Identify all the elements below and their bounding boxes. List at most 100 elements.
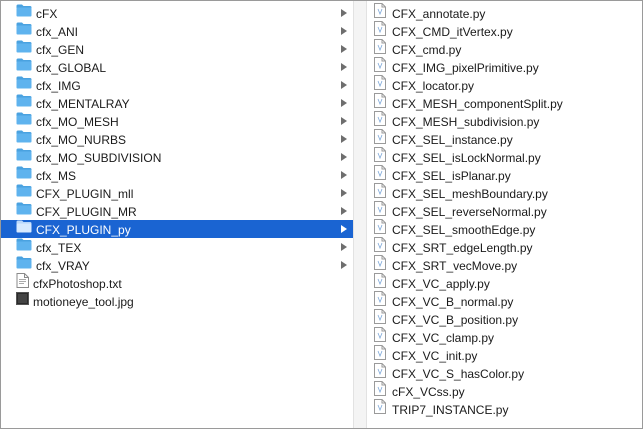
right-item-cfx-sel-meshboundary-py[interactable]: CFX_SEL_meshBoundary.py [367, 183, 642, 203]
python-file-icon [374, 147, 386, 167]
right-item-label: CFX_MESH_componentSplit.py [392, 97, 563, 111]
right-item-cfx-locator-py[interactable]: CFX_locator.py [367, 75, 642, 95]
right-item-cfx-vc-b-position-py[interactable]: CFX_VC_B_position.py [367, 309, 642, 328]
left-item-label: cfx_ANI [36, 24, 79, 39]
python-file-icon [374, 399, 386, 419]
right-item-cfx-vc-b-normal-py[interactable]: CFX_VC_B_normal.py [367, 291, 642, 310]
python-file-icon [374, 3, 386, 23]
left-item-label: cfx_MO_NURBS [36, 132, 127, 147]
left-item-cfx[interactable]: cFX [1, 4, 353, 22]
python-file-icon [374, 165, 386, 185]
left-item-cfx-mo-mesh[interactable]: cfx_MO_MESH [1, 112, 353, 130]
chevron-right-icon [339, 238, 349, 256]
left-item-cfx-ms[interactable]: cfx_MS [1, 166, 353, 184]
right-item-cfx-sel-smoothedge-py[interactable]: CFX_SEL_smoothEdge.py [367, 219, 642, 239]
chevron-right-icon [339, 130, 349, 148]
right-item-label: CFX_VC_B_normal.py [392, 295, 514, 309]
right-item-label: CFX_MESH_subdivision.py [392, 115, 540, 129]
left-column[interactable]: cFX cfx_ANI cfx_GEN cfx_GLOBAL cfx_IMG cfx_ME… [1, 1, 353, 428]
left-item-cfx-plugin-py[interactable]: CFX_PLUGIN_py [1, 220, 353, 238]
right-item-cfx-mesh-componentsplit-py[interactable]: CFX_MESH_componentSplit.py [367, 93, 642, 113]
right-item-label: CFX_IMG_pixelPrimitive.py [392, 61, 539, 75]
left-item-cfx-img[interactable]: cfx_IMG [1, 76, 353, 94]
right-item-cfx-annotate-py[interactable]: CFX_annotate.py [367, 3, 642, 23]
chevron-right-icon [339, 58, 349, 76]
left-item-cfx-global[interactable]: cfx_GLOBAL [1, 58, 353, 76]
left-item-label: motioneye_tool.jpg [33, 294, 134, 309]
left-item-cfx-ani[interactable]: cfx_ANI [1, 22, 353, 40]
left-item-label: cfx_MO_SUBDIVISION [36, 150, 162, 165]
chevron-right-icon [339, 94, 349, 112]
right-item-cfx-cmd-py[interactable]: CFX_cmd.py [367, 39, 642, 59]
right-item-label: CFX_SRT_edgeLength.py [392, 241, 533, 255]
left-item-label: cfx_MO_MESH [36, 114, 119, 129]
right-item-cfx-sel-islocknormal-py[interactable]: CFX_SEL_isLockNormal.py [367, 147, 642, 167]
left-item-cfx-mo-subdivision[interactable]: cfx_MO_SUBDIVISION [1, 148, 353, 166]
right-item-cfx-img-pixelprimitive-py[interactable]: CFX_IMG_pixelPrimitive.py [367, 57, 642, 77]
right-item-cfx-vc-apply-py[interactable]: CFX_VC_apply.py [367, 273, 642, 293]
right-item-cfx-sel-reversenormal-py[interactable]: CFX_SEL_reverseNormal.py [367, 201, 642, 220]
right-item-cfx-mesh-subdivision-py[interactable]: CFX_MESH_subdivision.py [367, 111, 642, 131]
right-item-label: CFX_locator.py [392, 79, 475, 93]
right-item-label: CFX_SEL_instance.py [392, 133, 513, 147]
python-file-icon [374, 111, 386, 131]
folder-icon [16, 238, 32, 256]
python-file-icon [374, 345, 386, 365]
folder-icon [16, 130, 32, 148]
right-item-cfx-sel-isplanar-py[interactable]: CFX_SEL_isPlanar.py [367, 165, 642, 185]
right-item-label: TRIP7_INSTANCE.py [392, 403, 509, 417]
chevron-right-icon [339, 22, 349, 40]
left-item-motioneye-tool-jpg[interactable]: motioneye_tool.jpg [1, 291, 353, 310]
chevron-right-icon [339, 202, 349, 220]
chevron-right-icon [339, 256, 349, 274]
left-item-label: CFX_PLUGIN_MR [36, 204, 137, 219]
left-item-cfx-vray[interactable]: cfx_VRAY [1, 256, 353, 274]
image-file-icon [16, 291, 29, 310]
python-file-icon [374, 57, 386, 77]
left-item-cfx-gen[interactable]: cfx_GEN [1, 40, 353, 58]
python-file-icon [374, 273, 386, 293]
folder-icon [16, 256, 32, 274]
python-file-icon [374, 183, 386, 203]
right-item-label: CFX_SEL_meshBoundary.py [392, 187, 548, 201]
chevron-right-icon [339, 148, 349, 166]
left-item-cfx-plugin-mll[interactable]: CFX_PLUGIN_mll [1, 184, 353, 202]
right-item-cfx-srt-vecmove-py[interactable]: CFX_SRT_vecMove.py [367, 255, 642, 275]
python-file-icon [374, 129, 386, 149]
column-divider[interactable] [353, 1, 367, 428]
finder-column-view: cFX cfx_ANI cfx_GEN cfx_GLOBAL cfx_IMG cfx_ME… [0, 0, 643, 429]
left-item-label: cfx_GLOBAL [36, 60, 107, 75]
right-item-label: CFX_SEL_reverseNormal.py [392, 205, 547, 219]
right-item-cfx-vc-s-hascolor-py[interactable]: CFX_VC_S_hasColor.py [367, 363, 642, 383]
right-item-cfx-vc-clamp-py[interactable]: CFX_VC_clamp.py [367, 327, 642, 346]
right-item-cfx-srt-edgelength-py[interactable]: CFX_SRT_edgeLength.py [367, 237, 642, 256]
left-item-cfx-mo-nurbs[interactable]: cfx_MO_NURBS [1, 130, 353, 148]
python-file-icon [374, 219, 386, 239]
left-item-cfx-mentalray[interactable]: cfx_MENTALRAY [1, 94, 353, 112]
chevron-right-icon [339, 112, 349, 130]
right-item-label: CFX_SRT_vecMove.py [392, 259, 518, 273]
left-item-cfx-tex[interactable]: cfx_TEX [1, 238, 353, 256]
left-item-label: cfx_GEN [36, 42, 85, 57]
right-item-label: CFX_VC_apply.py [392, 277, 490, 291]
python-file-icon [374, 255, 386, 275]
right-item-trip7-instance-py[interactable]: TRIP7_INSTANCE.py [367, 399, 642, 419]
right-item-cfx-vcss-py[interactable]: cFX_VCss.py [367, 381, 642, 400]
python-file-icon [374, 75, 386, 95]
chevron-right-icon [339, 4, 349, 22]
right-column[interactable]: CFX_annotate.py CFX_CMD_itVertex.py CFX_cm… [367, 1, 642, 428]
folder-icon [16, 58, 32, 76]
python-file-icon [374, 93, 386, 113]
folder-icon [16, 4, 32, 22]
folder-icon [16, 166, 32, 184]
python-file-icon [374, 363, 386, 383]
left-item-cfx-plugin-mr[interactable]: CFX_PLUGIN_MR [1, 202, 353, 220]
right-item-cfx-sel-instance-py[interactable]: CFX_SEL_instance.py [367, 129, 642, 149]
left-item-label: cfx_MENTALRAY [36, 96, 130, 111]
right-item-label: CFX_CMD_itVertex.py [392, 25, 513, 39]
folder-icon [16, 76, 32, 94]
left-item-cfxphotoshop-txt[interactable]: cfxPhotoshop.txt [1, 273, 353, 292]
python-file-icon [374, 39, 386, 59]
right-item-cfx-cmd-itvertex-py[interactable]: CFX_CMD_itVertex.py [367, 21, 642, 40]
right-item-cfx-vc-init-py[interactable]: CFX_VC_init.py [367, 345, 642, 365]
